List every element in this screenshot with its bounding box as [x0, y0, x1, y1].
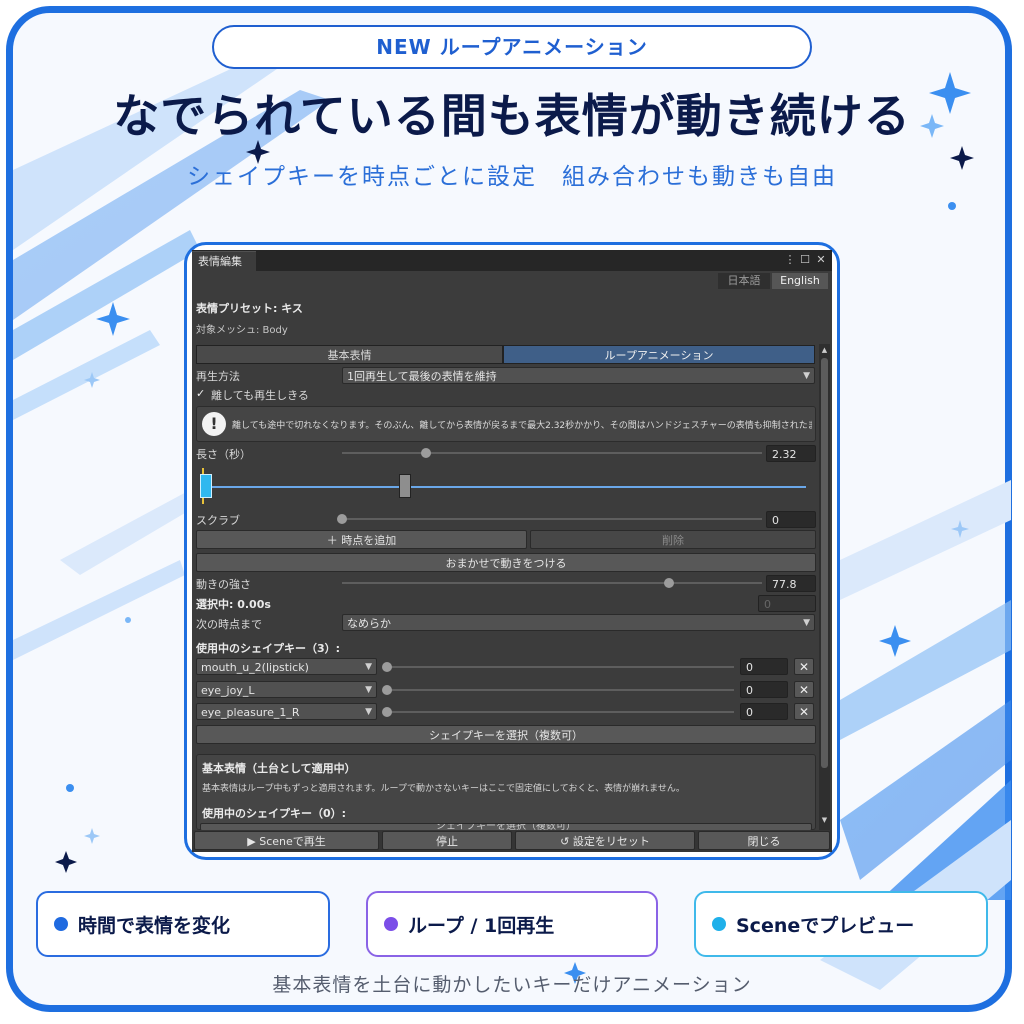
more-vertical-icon[interactable]: ⋮ [783, 252, 797, 268]
scrub-label: スクラブ [196, 514, 240, 527]
strength-slider-track[interactable] [342, 582, 762, 584]
strength-slider-knob[interactable] [663, 578, 674, 588]
lang-japanese-button[interactable]: 日本語 [718, 273, 770, 289]
select-shapekeys-button[interactable]: シェイプキーを選択（複数可） [196, 725, 816, 744]
length-slider-track[interactable] [342, 452, 762, 454]
shapekey-name: eye_joy_L [201, 684, 255, 697]
play-through-checkbox-label[interactable]: 離しても再生しきる [211, 387, 309, 403]
remove-shapekey-icon[interactable]: ✕ [794, 681, 814, 698]
playback-label: 再生方法 [196, 370, 240, 383]
reset-settings-button[interactable]: ↺ 設定をリセット [515, 831, 695, 850]
chevron-down-icon: ▼ [803, 371, 810, 381]
close-button[interactable]: 閉じる [698, 831, 830, 850]
scrub-field[interactable]: 0 [766, 511, 816, 528]
close-icon[interactable]: ✕ [814, 252, 828, 268]
bullet-dot-icon [384, 917, 398, 931]
timeline-track[interactable] [204, 486, 806, 488]
base-shapekeys-header: 使用中のシェイプキー（0）: [202, 807, 347, 820]
shapekey-value-field[interactable]: 0 [740, 681, 788, 698]
selected-time-field: 0 [758, 595, 816, 612]
selected-time-label: 選択中: 0.00s [196, 598, 271, 611]
next-point-label: 次の時点まで [196, 618, 262, 631]
headline: なでられている間も表情が動き続ける [113, 89, 911, 143]
window-tab-bar [192, 250, 832, 271]
feature-label: 時間で表情を変化 [78, 914, 231, 937]
play-in-scene-button[interactable]: ▶ Sceneで再生 [194, 831, 379, 850]
lang-english-button[interactable]: English [772, 273, 828, 289]
checkbox-checked-icon[interactable]: ✓ [196, 388, 207, 399]
strength-field[interactable]: 77.8 [766, 575, 816, 592]
preset-label: 表情プリセット: キス [196, 302, 303, 315]
shapekey-dropdown[interactable]: eye_joy_L ▼ [196, 681, 377, 698]
chevron-down-icon: ▼ [803, 618, 810, 628]
delete-button[interactable]: 削除 [530, 530, 816, 549]
scrub-slider-knob[interactable] [337, 514, 347, 524]
shapekey-dropdown[interactable]: mouth_u_2(lipstick) ▼ [196, 658, 377, 675]
feature-badge-time: 時間で表情を変化 [36, 891, 330, 957]
shapekey-value-field[interactable]: 0 [740, 658, 788, 675]
tab-basic-expression[interactable]: 基本表情 [196, 345, 503, 364]
base-expression-desc: 基本表情はループ中もずっと適用されます。ループで動かさないキーはここで固定値にし… [202, 784, 685, 794]
length-label: 長さ（秒） [196, 448, 251, 461]
warning-icon: ! [202, 412, 226, 436]
tab-loop-animation[interactable]: ループアニメーション [503, 345, 815, 364]
shapekey-slider-track[interactable] [386, 711, 734, 713]
interpolation-value: なめらか [347, 617, 391, 630]
page: NEW ループアニメーション なでられている間も表情が動き続ける シェイプキーを… [0, 0, 1024, 1024]
base-expression-title: 基本表情（土台として適用中） [202, 762, 356, 775]
shapekey-slider-knob[interactable] [382, 707, 392, 717]
shapekey-slider-knob[interactable] [382, 662, 392, 672]
remove-shapekey-icon[interactable]: ✕ [794, 703, 814, 720]
add-time-point-button[interactable]: ＋ 時点を追加 [196, 530, 527, 549]
length-slider-knob[interactable] [421, 448, 431, 458]
expression-editor-window: 表情編集 ⋮ ☐ ✕ 日本語 English 表情プリセット: キス 対象メッシ… [192, 250, 832, 852]
length-field[interactable]: 2.32 [766, 445, 816, 462]
playback-value: 1回再生して最後の表情を維持 [347, 370, 497, 383]
stop-button[interactable]: 停止 [382, 831, 512, 850]
bullet-dot-icon [54, 917, 68, 931]
shapekey-value-field[interactable]: 0 [740, 703, 788, 720]
feature-badge-loop: ループ / 1回再生 [366, 891, 658, 957]
shapekey-slider-track[interactable] [386, 689, 734, 691]
subheadline: シェイプキーを時点ごとに設定 組み合わせも動きも自由 [187, 164, 837, 190]
playback-dropdown[interactable]: 1回再生して最後の表情を維持 ▼ [342, 367, 815, 384]
shapekey-name: mouth_u_2(lipstick) [201, 661, 309, 674]
scrollbar-thumb[interactable] [821, 358, 828, 768]
base-expression-panel: 基本表情（土台として適用中） 基本表情はループ中もずっと適用されます。ループで動… [196, 754, 816, 831]
info-box: ! 離しても途中で切れなくなります。そのぶん、離してから表情が戻るまで最大2.3… [196, 406, 816, 442]
feature-badge-scene: Sceneでプレビュー [694, 891, 988, 957]
scrub-slider-track[interactable] [342, 518, 762, 520]
new-feature-badge: NEW ループアニメーション [212, 25, 812, 69]
interpolation-dropdown[interactable]: なめらか ▼ [342, 614, 815, 631]
shapekey-slider-knob[interactable] [382, 685, 392, 695]
feature-label: ループ / 1回再生 [408, 914, 555, 937]
chevron-down-icon: ▼ [365, 662, 372, 672]
remove-shapekey-icon[interactable]: ✕ [794, 658, 814, 675]
feature-label: Sceneでプレビュー [736, 914, 915, 937]
timeline-keyframe[interactable] [398, 474, 411, 498]
scroll-up-icon[interactable]: ▲ [820, 346, 829, 354]
shapekeys-header: 使用中のシェイプキー（3）: [196, 642, 341, 655]
window-tab[interactable]: 表情編集 [192, 251, 256, 271]
timeline-keyframe-selected[interactable] [200, 474, 212, 498]
mesh-label: 対象メッシュ: Body [196, 325, 288, 336]
info-text: 離しても途中で切れなくなります。そのぶん、離してから表情が戻るまで最大2.32秒… [232, 421, 812, 431]
auto-motion-button[interactable]: おまかせで動きをつける [196, 553, 816, 572]
shapekey-name: eye_pleasure_1_R [201, 706, 300, 719]
scroll-down-icon[interactable]: ▼ [820, 816, 829, 824]
shapekey-dropdown[interactable]: eye_pleasure_1_R ▼ [196, 703, 377, 720]
footer-caption: 基本表情を土台に動かしたいキーだけアニメーション [272, 974, 752, 996]
maximize-icon[interactable]: ☐ [798, 252, 812, 268]
chevron-down-icon: ▼ [365, 707, 372, 717]
shapekey-slider-track[interactable] [386, 666, 734, 668]
bullet-dot-icon [712, 917, 726, 931]
chevron-down-icon: ▼ [365, 685, 372, 695]
strength-label: 動きの強さ [196, 578, 251, 591]
